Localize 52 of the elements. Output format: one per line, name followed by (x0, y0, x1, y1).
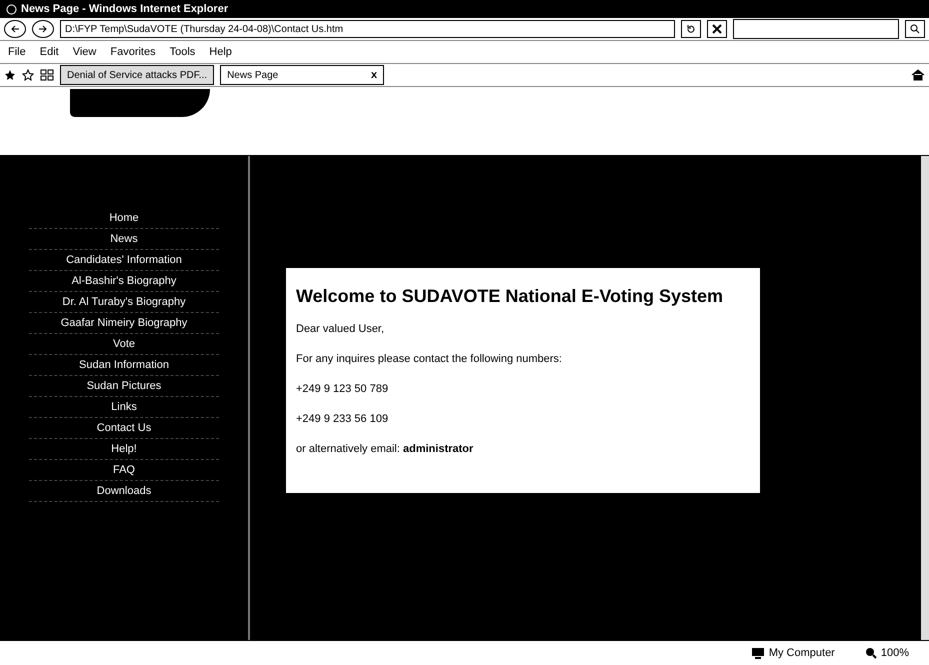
zoom-level[interactable]: 100% (880, 647, 909, 659)
search-icon (910, 24, 920, 34)
close-icon (712, 24, 722, 34)
nav-link[interactable]: FAQ (29, 460, 219, 481)
browser-tab[interactable]: News Page x (220, 65, 384, 85)
nav-link[interactable]: Links (29, 397, 219, 418)
nav-link[interactable]: Gaafar Nimeiry Biography (29, 313, 219, 334)
close-tab-button[interactable]: x (370, 69, 378, 81)
menu-item[interactable]: View (68, 46, 100, 58)
browser-tab[interactable]: Denial of Service attacks PDF... (60, 65, 214, 85)
menu-item[interactable]: Help (205, 46, 236, 58)
search-field[interactable] (733, 19, 899, 39)
zoom-icon[interactable] (864, 647, 877, 659)
page-heading: Welcome to SUDAVOTE National E-Voting System (296, 286, 724, 307)
address-field[interactable]: D:\FYP Temp\SudaVOTE (Thursday 24-04-08)\Contact Us.htm (60, 20, 675, 38)
paragraph: Dear valued User, (296, 323, 386, 335)
menu-item[interactable]: Favorites (106, 46, 160, 58)
close-button[interactable] (707, 20, 727, 38)
nav-link[interactable]: Sudan Pictures (29, 376, 219, 397)
menu-item[interactable]: File (4, 46, 30, 58)
refresh-icon (686, 24, 696, 34)
back-button[interactable] (4, 20, 26, 38)
paragraph: or alternatively email: administrator (296, 443, 474, 455)
zone-label: My Computer (768, 647, 835, 659)
nav-link[interactable]: Home (29, 208, 219, 229)
refresh-button[interactable] (681, 20, 701, 38)
browser-icon (6, 4, 17, 14)
star-plus-icon[interactable] (22, 69, 34, 81)
nav-link[interactable]: Contact Us (29, 418, 219, 439)
computer-icon (750, 647, 765, 659)
menu-item[interactable]: Edit (36, 46, 63, 58)
nav-link[interactable]: Dr. Al Turaby's Biography (29, 292, 219, 313)
star-icon[interactable] (4, 69, 16, 81)
forward-button[interactable] (32, 20, 54, 38)
nav-link[interactable]: Vote (29, 334, 219, 355)
nav-link[interactable]: Al-Bashir's Biography (29, 271, 219, 292)
left-arrow-icon (10, 25, 20, 33)
paragraph: +249 9 123 50 789 (296, 383, 390, 395)
search-button[interactable] (905, 20, 925, 38)
home-icon[interactable] (911, 69, 925, 81)
grid-icon[interactable] (40, 69, 54, 81)
menu-item[interactable]: Tools (166, 46, 200, 58)
nav-link[interactable]: Candidates' Information (29, 250, 219, 271)
nav-link[interactable]: Help! (29, 439, 219, 460)
right-arrow-icon (38, 25, 48, 33)
scrollbar[interactable] (920, 156, 929, 640)
nav-link[interactable]: Downloads (29, 481, 219, 502)
window-title: News Page - Windows Internet Explorer (21, 3, 228, 15)
paragraph: For any inquires please contact the following numbers: (296, 353, 563, 365)
nav-link[interactable]: News (29, 229, 219, 250)
nav-link[interactable]: Sudan Information (29, 355, 219, 376)
paragraph: +249 9 233 56 109 (296, 413, 390, 425)
